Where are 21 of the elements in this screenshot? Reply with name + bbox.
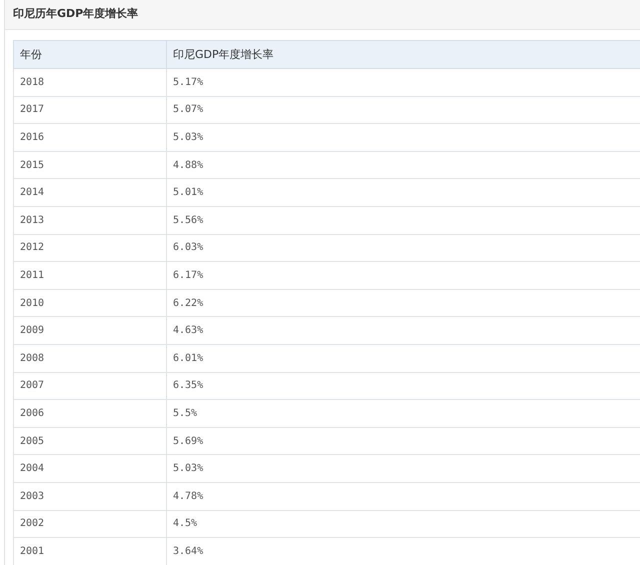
table-cell: 2009 (14, 316, 166, 344)
table-cell: 2004 (14, 454, 166, 482)
table-cell: 2011 (14, 262, 166, 290)
table-cell: 2008 (14, 344, 166, 372)
table-cell: 2017 (14, 96, 166, 124)
panel-title: 印尼历年GDP年度增长率 (5, 0, 640, 30)
table-cell: 2002 (14, 510, 166, 538)
table-cell: 2005 (14, 427, 166, 455)
table-cell: 2013 (14, 206, 166, 234)
table-cell: 2014 (14, 178, 166, 206)
table-cell: 2001 (14, 538, 166, 565)
table-cell: 2012 (14, 234, 166, 262)
table-cell: 2015 (14, 151, 166, 179)
table-cell: 2006 (14, 400, 166, 428)
column-header: 印尼GDP年度增长率 (166, 40, 640, 68)
table-cell: 2016 (14, 124, 166, 152)
table-cell: 2003 (14, 482, 166, 510)
column-header: 年份 (14, 40, 166, 68)
table-cell: 2018 (14, 68, 166, 96)
table-cell: 2010 (14, 289, 166, 317)
table-cell: 2007 (14, 372, 166, 400)
